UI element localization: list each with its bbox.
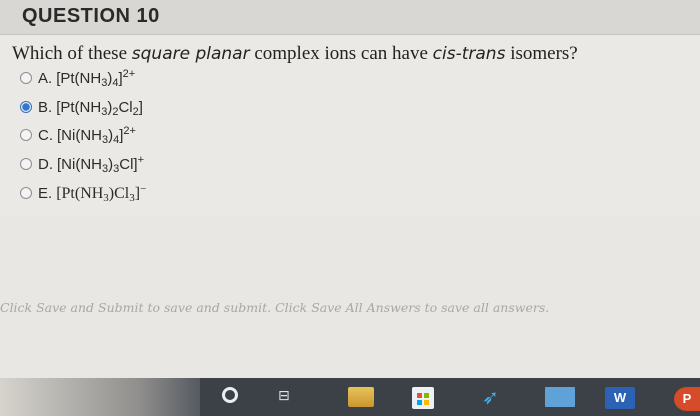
radio-icon[interactable] — [20, 158, 32, 171]
feather-app-icon[interactable]: ➶ — [482, 387, 502, 407]
option-a[interactable]: A. [Pt(NH3)4]2+ — [20, 68, 136, 90]
question-prompt: Which of these square planar complex ion… — [12, 43, 578, 65]
windows-taskbar: ⊟ ➶ W P — [200, 378, 700, 416]
question-middle: complex ions can have — [249, 43, 433, 64]
option-letter: C. — [38, 127, 53, 144]
question-prefix: Which of these — [12, 43, 132, 64]
cortana-icon[interactable] — [222, 387, 238, 403]
option-letter: E. — [38, 185, 53, 202]
option-d[interactable]: D. [Ni(NH3)3Cl]+ — [20, 154, 145, 176]
question-panel: Which of these square planar complex ion… — [0, 35, 700, 215]
powerpoint-icon[interactable]: P — [674, 387, 700, 411]
option-letter: A. — [38, 70, 53, 87]
save-instructions: Click Save and Submit to save and submit… — [0, 300, 550, 315]
radio-icon[interactable] — [20, 72, 32, 85]
option-e[interactable]: E. [Pt(NH3)Cl3]− — [20, 183, 147, 205]
option-formula: [Ni(NH3)4]2+ — [57, 125, 136, 146]
store-icon[interactable] — [412, 387, 434, 409]
question-header: QUESTION 10 — [0, 0, 700, 35]
desk-edge-shadow — [0, 378, 200, 416]
question-suffix: isomers? — [505, 43, 578, 64]
store-logo-grid — [417, 393, 429, 405]
radio-icon[interactable] — [20, 187, 32, 200]
question-italic-cis-trans: cis-trans — [432, 44, 506, 64]
option-formula: [Ni(NH3)3Cl]+ — [57, 154, 145, 175]
word-icon[interactable]: W — [605, 387, 635, 409]
question-italic-square-planar: square planar — [131, 44, 250, 64]
option-formula: [Pt(NH3)Cl3]− — [56, 183, 147, 204]
option-letter: D. — [38, 156, 53, 173]
radio-icon[interactable] — [20, 129, 32, 142]
mail-icon[interactable] — [545, 387, 575, 407]
option-b[interactable]: B. [Pt(NH3)2Cl2] — [20, 99, 143, 119]
question-title: QUESTION 10 — [22, 5, 160, 27]
file-explorer-icon[interactable] — [348, 387, 374, 407]
option-formula: [Pt(NH3)4]2+ — [56, 68, 136, 89]
option-formula: [Pt(NH3)2Cl2] — [56, 99, 143, 118]
radio-selected-icon[interactable] — [20, 101, 32, 114]
option-letter: B. — [38, 99, 53, 116]
option-c[interactable]: C. [Ni(NH3)4]2+ — [20, 125, 136, 147]
task-view-icon[interactable]: ⊟ — [278, 387, 300, 405]
